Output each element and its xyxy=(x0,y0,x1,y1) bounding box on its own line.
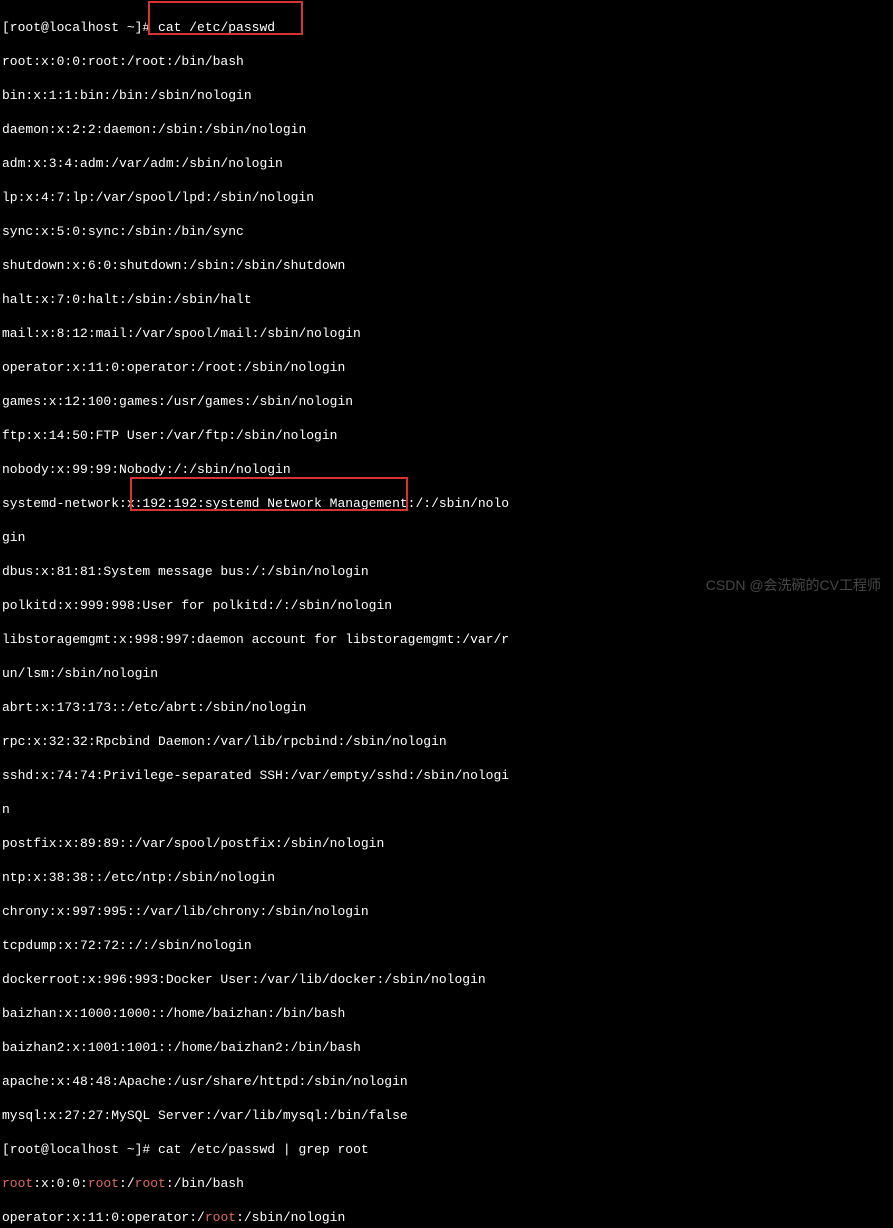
output-line: baizhan:x:1000:1000::/home/baizhan:/bin/… xyxy=(2,1005,891,1022)
output-line: libstoragemgmt:x:998:997:daemon account … xyxy=(2,631,891,648)
output-line: baizhan2:x:1001:1001::/home/baizhan2:/bi… xyxy=(2,1039,891,1056)
grep-match: root xyxy=(135,1176,166,1191)
command-text: cat /etc/passwd xyxy=(158,20,275,35)
grep-output-line: root:x:0:0:root:/root:/bin/bash xyxy=(2,1175,891,1192)
output-line: dbus:x:81:81:System message bus:/:/sbin/… xyxy=(2,563,891,580)
output-line: adm:x:3:4:adm:/var/adm:/sbin/nologin xyxy=(2,155,891,172)
output-line: lp:x:4:7:lp:/var/spool/lpd:/sbin/nologin xyxy=(2,189,891,206)
terminal-output[interactable]: [root@localhost ~]# cat /etc/passwd root… xyxy=(2,2,891,1228)
output-line: mysql:x:27:27:MySQL Server:/var/lib/mysq… xyxy=(2,1107,891,1124)
output-line: abrt:x:173:173::/etc/abrt:/sbin/nologin xyxy=(2,699,891,716)
output-line: systemd-network:x:192:192:systemd Networ… xyxy=(2,495,891,512)
output-line: gin xyxy=(2,529,891,546)
output-line: ntp:x:38:38::/etc/ntp:/sbin/nologin xyxy=(2,869,891,886)
output-line: bin:x:1:1:bin:/bin:/sbin/nologin xyxy=(2,87,891,104)
prompt: [root@localhost ~]# xyxy=(2,1142,158,1157)
output-line: chrony:x:997:995::/var/lib/chrony:/sbin/… xyxy=(2,903,891,920)
output-line: tcpdump:x:72:72::/:/sbin/nologin xyxy=(2,937,891,954)
grep-match: root xyxy=(205,1210,236,1225)
output-line: root:x:0:0:root:/root:/bin/bash xyxy=(2,53,891,70)
output-line: shutdown:x:6:0:shutdown:/sbin:/sbin/shut… xyxy=(2,257,891,274)
output-line: polkitd:x:999:998:User for polkitd:/:/sb… xyxy=(2,597,891,614)
output-line: apache:x:48:48:Apache:/usr/share/httpd:/… xyxy=(2,1073,891,1090)
output-line: nobody:x:99:99:Nobody:/:/sbin/nologin xyxy=(2,461,891,478)
command-line-1: [root@localhost ~]# cat /etc/passwd xyxy=(2,19,891,36)
grep-output-line: operator:x:11:0:operator:/root:/sbin/nol… xyxy=(2,1209,891,1226)
output-line: halt:x:7:0:halt:/sbin:/sbin/halt xyxy=(2,291,891,308)
command-line-2: [root@localhost ~]# cat /etc/passwd | gr… xyxy=(2,1141,891,1158)
output-line: postfix:x:89:89::/var/spool/postfix:/sbi… xyxy=(2,835,891,852)
grep-match: root xyxy=(2,1176,33,1191)
output-line: dockerroot:x:996:993:Docker User:/var/li… xyxy=(2,971,891,988)
output-line: un/lsm:/sbin/nologin xyxy=(2,665,891,682)
output-line: mail:x:8:12:mail:/var/spool/mail:/sbin/n… xyxy=(2,325,891,342)
output-line: daemon:x:2:2:daemon:/sbin:/sbin/nologin xyxy=(2,121,891,138)
command-text: cat /etc/passwd | grep root xyxy=(158,1142,369,1157)
grep-match: root xyxy=(88,1176,119,1191)
output-line: games:x:12:100:games:/usr/games:/sbin/no… xyxy=(2,393,891,410)
output-line: sshd:x:74:74:Privilege-separated SSH:/va… xyxy=(2,767,891,784)
output-line: sync:x:5:0:sync:/sbin:/bin/sync xyxy=(2,223,891,240)
output-line: rpc:x:32:32:Rpcbind Daemon:/var/lib/rpcb… xyxy=(2,733,891,750)
output-line: ftp:x:14:50:FTP User:/var/ftp:/sbin/nolo… xyxy=(2,427,891,444)
output-line: n xyxy=(2,801,891,818)
prompt: [root@localhost ~]# xyxy=(2,20,158,35)
output-line: operator:x:11:0:operator:/root:/sbin/nol… xyxy=(2,359,891,376)
